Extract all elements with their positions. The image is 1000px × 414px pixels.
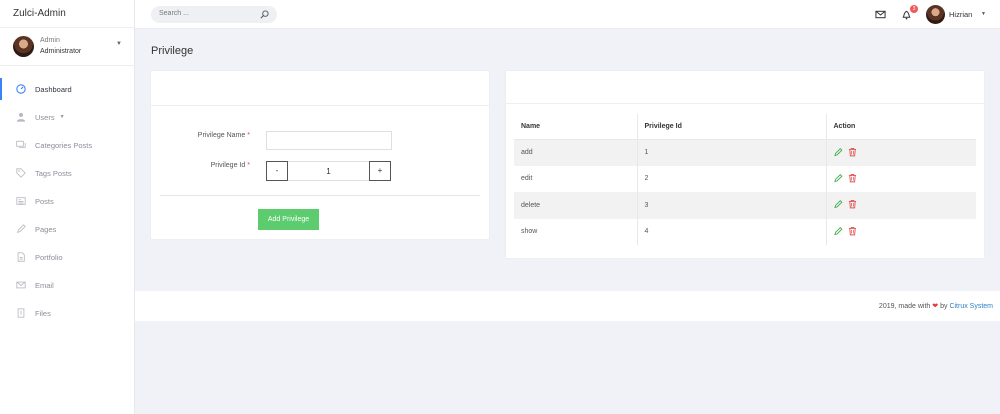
edit-icon[interactable] — [833, 199, 843, 209]
row-actions — [825, 165, 976, 192]
sidebar: Zulci-Admin Admin Administrator ▼ Dashbo… — [0, 0, 135, 414]
footer: 2019, made with ❤ by Citrux System — [135, 291, 1000, 321]
chevron-down-icon[interactable]: ▼ — [981, 11, 986, 17]
sidebar-menu: Dashboard Users ▼ Categories Posts Tags … — [0, 75, 134, 327]
newspaper-icon — [15, 195, 27, 207]
column-header-name: Name — [514, 114, 637, 140]
heart-icon: ❤ — [932, 303, 939, 310]
profile-role: Administrator — [40, 48, 82, 55]
table-row: delete 3 — [514, 192, 976, 219]
card-header — [151, 71, 489, 106]
topbar: Search ... 3 Hizrian ▼ — [135, 0, 1000, 29]
increment-button[interactable]: + — [369, 161, 391, 181]
sidebar-item-label: Users — [35, 112, 55, 122]
chevron-down-icon[interactable]: ▼ — [116, 41, 122, 47]
privilege-form-card: Privilege Name * Privilege Id * - 1 + Add … — [151, 71, 489, 239]
search-icon[interactable] — [260, 10, 269, 19]
add-privilege-button[interactable]: Add Privilege — [258, 209, 319, 230]
edit-icon[interactable] — [833, 226, 843, 236]
document-icon — [15, 251, 27, 263]
privilege-table-card: Name Privilege Id Action add 1 edit 2 de… — [506, 71, 984, 258]
tag-icon — [15, 167, 27, 179]
sidebar-item-tags-posts[interactable]: Tags Posts — [0, 159, 134, 187]
sidebar-item-files[interactable]: Files — [0, 299, 134, 327]
column-header-action: Action — [825, 114, 976, 140]
user-icon — [15, 111, 27, 123]
sidebar-item-pages[interactable]: Pages — [0, 215, 134, 243]
row-privilege-id: 4 — [636, 218, 826, 245]
sidebar-item-users[interactable]: Users ▼ — [0, 103, 134, 131]
table-header-row: Name Privilege Id Action — [514, 114, 976, 140]
user-name[interactable]: Hizrian — [949, 10, 972, 19]
sidebar-item-label: Tags Posts — [35, 168, 72, 178]
row-name: delete — [514, 192, 637, 219]
sidebar-item-categories-posts[interactable]: Categories Posts — [0, 131, 134, 159]
pencil-icon — [15, 223, 27, 235]
sidebar-item-label: Pages — [35, 224, 57, 234]
sidebar-profile[interactable]: Admin Administrator ▼ — [0, 28, 134, 66]
row-privilege-id: 1 — [636, 139, 826, 166]
row-privilege-id: 2 — [636, 165, 826, 192]
search-placeholder: Search ... — [159, 10, 189, 17]
divider — [160, 195, 480, 196]
company-link[interactable]: Citrux System — [949, 303, 993, 310]
sidebar-item-label: Portfolio — [35, 252, 63, 262]
brand-logo[interactable]: Zulci-Admin — [0, 0, 134, 28]
row-actions — [825, 192, 976, 219]
chat-icon — [15, 139, 27, 151]
dashboard-icon — [15, 83, 27, 95]
table-row: show 4 — [514, 218, 976, 245]
page-title: Privilege — [151, 45, 194, 57]
row-actions — [825, 218, 976, 245]
file-icon — [15, 307, 27, 319]
decrement-button[interactable]: - — [266, 161, 288, 181]
notification-badge: 3 — [910, 5, 918, 13]
sidebar-item-label: Files — [35, 308, 51, 318]
sidebar-item-email[interactable]: Email — [0, 271, 134, 299]
sidebar-item-posts[interactable]: Posts — [0, 187, 134, 215]
sidebar-item-label: Dashboard — [35, 84, 72, 94]
user-avatar[interactable] — [926, 5, 945, 24]
sidebar-item-label: Posts — [35, 196, 54, 206]
column-header-privilege-id: Privilege Id — [636, 114, 826, 140]
sidebar-item-dashboard[interactable]: Dashboard — [0, 75, 134, 103]
card-header — [506, 71, 984, 104]
chevron-down-icon: ▼ — [59, 114, 65, 120]
row-name: show — [521, 228, 538, 236]
row-actions — [825, 139, 976, 166]
search-input[interactable]: Search ... — [151, 6, 277, 23]
table-row: edit 2 — [514, 165, 976, 192]
envelope-icon — [15, 279, 27, 291]
footer-credit: 2019, made with ❤ by Citrux System — [878, 303, 993, 310]
privilege-table: Name Privilege Id Action add 1 edit 2 de… — [514, 114, 976, 245]
sidebar-item-label: Email — [35, 280, 54, 290]
row-privilege-id: 3 — [636, 192, 826, 219]
privilege-id-label: Privilege Id * — [210, 162, 250, 169]
sidebar-item-label: Categories Posts — [35, 140, 93, 150]
avatar — [13, 36, 34, 57]
edit-icon[interactable] — [833, 147, 843, 157]
trash-icon[interactable] — [848, 226, 857, 236]
trash-icon[interactable] — [848, 147, 857, 157]
trash-icon[interactable] — [848, 199, 857, 209]
row-name: edit — [521, 175, 533, 183]
mail-icon[interactable] — [875, 9, 886, 20]
row-name: add — [514, 139, 637, 166]
privilege-name-input[interactable] — [266, 131, 392, 150]
profile-name: Admin — [40, 37, 60, 44]
edit-icon[interactable] — [833, 173, 843, 183]
sidebar-item-portfolio[interactable]: Portfolio — [0, 243, 134, 271]
required-mark: * — [247, 162, 250, 169]
required-mark: * — [247, 132, 250, 139]
trash-icon[interactable] — [848, 173, 857, 183]
table-row: add 1 — [514, 139, 976, 166]
privilege-name-label: Privilege Name * — [197, 132, 250, 139]
privilege-id-input[interactable]: 1 — [288, 161, 369, 181]
